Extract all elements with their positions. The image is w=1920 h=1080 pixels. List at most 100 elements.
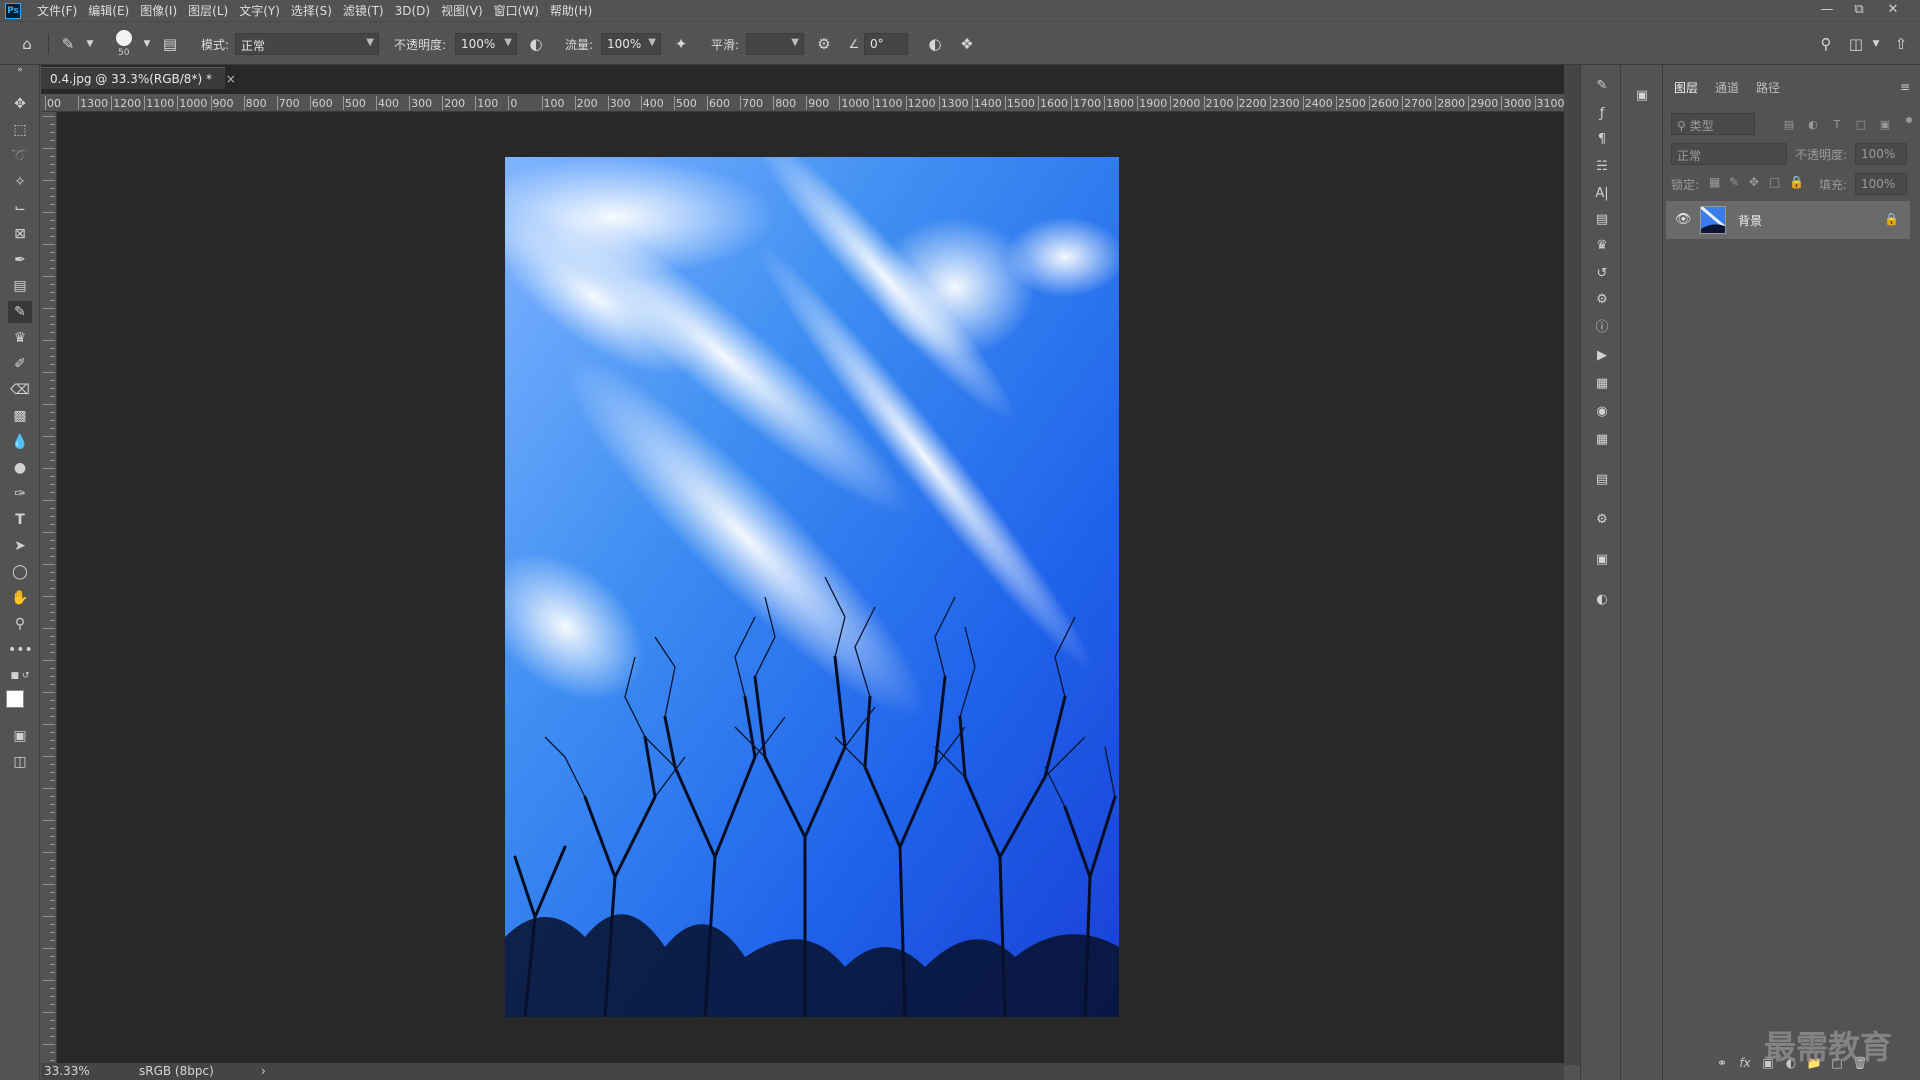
- tab-layers[interactable]: 图层: [1674, 79, 1698, 96]
- blur-tool-icon[interactable]: 💧: [8, 431, 32, 453]
- lock-transparent-icon[interactable]: ▦: [1709, 175, 1720, 189]
- layer-name[interactable]: 背景: [1738, 212, 1762, 229]
- swatches-icon[interactable]: ⚙: [1593, 511, 1611, 529]
- type-tool-icon[interactable]: T: [8, 509, 32, 531]
- eyedropper-tool-icon[interactable]: ✒: [8, 249, 32, 271]
- brush-tool-preset-icon[interactable]: ✎: [58, 34, 78, 54]
- paragraph-icon[interactable]: ¶: [1593, 131, 1611, 149]
- history-icon[interactable]: ↺: [1593, 265, 1611, 283]
- close-tab-icon[interactable]: ×: [226, 72, 236, 86]
- brush-settings-icon[interactable]: ✎: [1593, 77, 1611, 95]
- quick-mask-icon[interactable]: ▣: [8, 725, 32, 747]
- foreground-color-swatch[interactable]: [6, 690, 24, 708]
- chevron-down-icon[interactable]: ▼: [1866, 34, 1886, 54]
- brush-tool-icon[interactable]: ✎: [8, 301, 32, 323]
- menu-help[interactable]: 帮助(H): [550, 2, 592, 19]
- lock-artboard-icon[interactable]: □: [1769, 175, 1780, 189]
- lock-pixels-icon[interactable]: ✎: [1729, 175, 1739, 189]
- screen-mode-icon[interactable]: ◫: [8, 751, 32, 773]
- default-colors-icon[interactable]: ■ ↺: [8, 665, 32, 687]
- pressure-opacity-icon[interactable]: ◐: [526, 34, 546, 54]
- filter-shape-icon[interactable]: □: [1853, 117, 1869, 133]
- channels-icon[interactable]: ▦: [1593, 375, 1611, 393]
- ellipse-tool-icon[interactable]: ◯: [8, 561, 32, 583]
- hand-tool-icon[interactable]: ✋: [8, 587, 32, 609]
- clone-source-icon[interactable]: ♛: [1593, 237, 1611, 255]
- properties-icon[interactable]: ⚙: [1593, 291, 1611, 309]
- lock-all-icon[interactable]: 🔒: [1789, 175, 1804, 189]
- smoothing-field[interactable]: ▼: [746, 33, 804, 55]
- menu-filter[interactable]: 滤镜(T): [343, 2, 384, 19]
- document-tab[interactable]: 0.4.jpg @ 33.3%(RGB/8*) * ×: [41, 67, 236, 89]
- more-tools-icon[interactable]: •••: [8, 639, 33, 661]
- eraser-tool-icon[interactable]: ⌫: [8, 379, 32, 401]
- filter-toggle-icon[interactable]: [1906, 117, 1912, 123]
- menu-file[interactable]: 文件(F): [37, 2, 77, 19]
- symmetry-icon[interactable]: ❖: [957, 34, 977, 54]
- workspace-icon[interactable]: ◫: [1846, 34, 1866, 54]
- layer-filter-select[interactable]: ⚲ 类型: [1671, 113, 1755, 135]
- angle-field[interactable]: 0°: [864, 33, 908, 55]
- menu-window[interactable]: 窗口(W): [494, 2, 539, 19]
- document-image[interactable]: [505, 157, 1119, 1017]
- brush-settings-panel-icon[interactable]: ▤: [160, 34, 180, 54]
- pen-tool-icon[interactable]: ✑: [8, 483, 32, 505]
- clone-stamp-tool-icon[interactable]: ♛: [8, 327, 32, 349]
- move-tool-icon[interactable]: ✥: [8, 93, 32, 115]
- healing-brush-tool-icon[interactable]: ▤: [8, 275, 32, 297]
- menu-layer[interactable]: 图层(L): [188, 2, 228, 19]
- fx-icon[interactable]: fx: [1736, 1054, 1754, 1072]
- flow-field[interactable]: 100% ▼: [601, 33, 661, 55]
- filter-smart-object-icon[interactable]: ▣: [1877, 117, 1893, 133]
- libraries-icon[interactable]: ▤: [1593, 211, 1611, 229]
- marquee-tool-icon[interactable]: ⬚: [8, 119, 32, 141]
- table-icon[interactable]: ▦: [1593, 431, 1611, 449]
- vertical-scrollbar[interactable]: [1564, 65, 1580, 1065]
- opacity-field[interactable]: 100% ▼: [455, 33, 517, 55]
- gradient-tool-icon[interactable]: ▩: [8, 405, 32, 427]
- color-icon[interactable]: ◐: [1593, 591, 1611, 609]
- 3d-icon[interactable]: ◉: [1593, 403, 1611, 421]
- gear-icon[interactable]: ⚙: [814, 34, 834, 54]
- notes-icon[interactable]: ▤: [1593, 471, 1611, 489]
- eye-icon[interactable]: 👁: [1675, 212, 1692, 227]
- navigator-icon[interactable]: ▣: [1593, 551, 1611, 569]
- tab-paths[interactable]: 路径: [1756, 79, 1780, 96]
- lasso-tool-icon[interactable]: ➰: [8, 145, 32, 167]
- filter-pixel-icon[interactable]: ▤: [1781, 117, 1797, 133]
- path-selection-tool-icon[interactable]: ➤: [8, 535, 32, 557]
- chevron-right-icon[interactable]: ›: [261, 1064, 266, 1078]
- crop-tool-icon[interactable]: ⌙: [8, 197, 32, 219]
- layer-row[interactable]: 👁 背景 🔒: [1666, 201, 1910, 239]
- zoom-tool-icon[interactable]: ⚲: [8, 613, 32, 635]
- layer-opacity-field[interactable]: 100%: [1855, 143, 1907, 165]
- search-icon[interactable]: ⚲: [1816, 34, 1836, 54]
- frame-tool-icon[interactable]: ⊠: [8, 223, 32, 245]
- chevron-down-icon[interactable]: ▼: [137, 34, 157, 54]
- tab-channels[interactable]: 通道: [1715, 79, 1739, 96]
- share-icon[interactable]: ⇧: [1891, 34, 1911, 54]
- close-icon[interactable]: ✕: [1876, 0, 1910, 21]
- home-icon[interactable]: ⌂: [17, 34, 37, 54]
- menu-image[interactable]: 图像(I): [140, 2, 177, 19]
- adjustments-icon[interactable]: ☵: [1593, 158, 1611, 176]
- filter-type-icon[interactable]: T: [1829, 117, 1845, 133]
- quick-selection-tool-icon[interactable]: ✧: [8, 171, 32, 193]
- blend-mode-select[interactable]: 正常: [1671, 143, 1787, 165]
- chevron-down-icon[interactable]: ▼: [80, 34, 100, 54]
- info-icon[interactable]: ⓘ: [1593, 319, 1611, 337]
- panel-menu-icon[interactable]: ≡: [1900, 80, 1910, 94]
- fill-field[interactable]: 100%: [1855, 173, 1907, 195]
- layer-comps-icon[interactable]: ▣: [1633, 87, 1651, 105]
- link-layers-icon[interactable]: ⚭: [1713, 1054, 1731, 1072]
- filter-adjustment-icon[interactable]: ◐: [1805, 117, 1821, 133]
- lock-position-icon[interactable]: ✥: [1749, 175, 1759, 189]
- history-brush-tool-icon[interactable]: ✐: [8, 353, 32, 375]
- character-icon[interactable]: A|: [1593, 185, 1611, 203]
- menu-edit[interactable]: 编辑(E): [88, 2, 129, 19]
- menu-view[interactable]: 视图(V): [441, 2, 483, 19]
- minimize-icon[interactable]: —: [1810, 0, 1844, 21]
- styles-icon[interactable]: ƒ: [1593, 105, 1611, 123]
- menu-type[interactable]: 文字(Y): [239, 2, 280, 19]
- brush-shape-icon[interactable]: [116, 30, 132, 46]
